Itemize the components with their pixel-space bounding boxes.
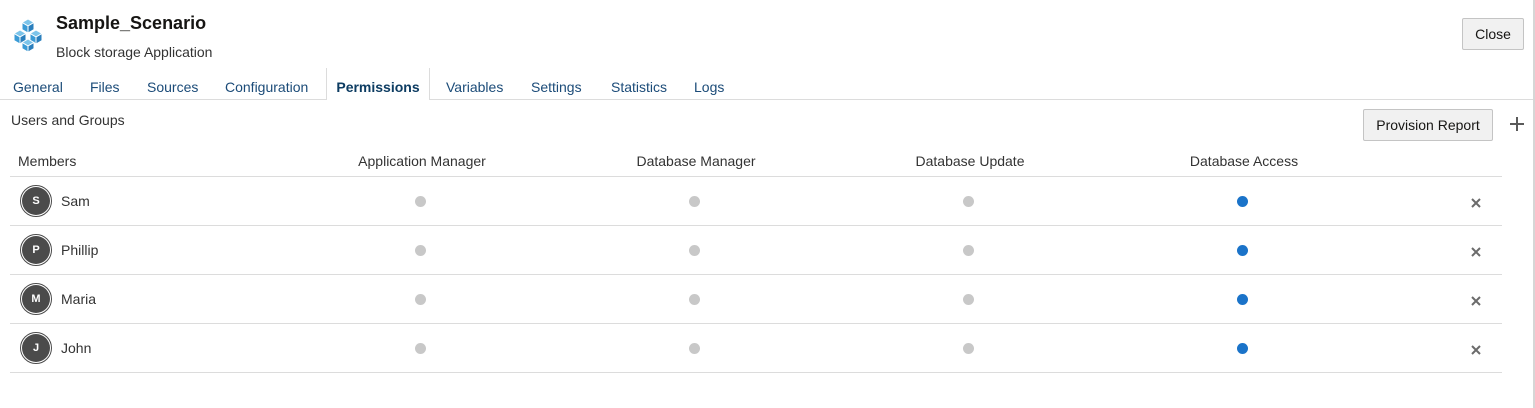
avatar: P <box>20 234 52 266</box>
avatar-initial: M <box>22 285 50 313</box>
tab-logs[interactable]: Logs <box>694 68 724 99</box>
column-header-members: Members <box>18 153 77 169</box>
table-body: S Sam P Phillip M Maria J John <box>10 177 1502 373</box>
database-manager-role-indicator[interactable] <box>688 294 700 305</box>
database-access-role-indicator[interactable] <box>1236 245 1248 256</box>
database-manager-role-indicator[interactable] <box>688 343 700 354</box>
tab-configuration[interactable]: Configuration <box>225 68 308 99</box>
application-manager-role-indicator[interactable] <box>414 343 426 354</box>
application-manager-role-indicator[interactable] <box>414 245 426 256</box>
application-title: Sample_Scenario <box>56 13 207 33</box>
tab-variables[interactable]: Variables <box>446 68 503 99</box>
database-manager-role-indicator[interactable] <box>688 245 700 256</box>
application-manager-role-indicator[interactable] <box>414 196 426 207</box>
application-subtitle: Block storage Application <box>56 44 213 60</box>
application-manager-role-indicator[interactable] <box>414 294 426 305</box>
tab-settings[interactable]: Settings <box>531 68 582 99</box>
member-name: John <box>61 340 92 356</box>
member-name: Sam <box>61 193 90 209</box>
member-name: Phillip <box>61 242 99 258</box>
users-and-groups-label: Users and Groups <box>11 112 125 128</box>
avatar: M <box>20 283 52 315</box>
tab-general[interactable]: General <box>13 68 63 99</box>
table-header: Members Application Manager Database Man… <box>10 146 1502 177</box>
plus-icon[interactable] <box>1509 116 1525 132</box>
tab-sources[interactable]: Sources <box>147 68 198 99</box>
table-row: S Sam <box>10 177 1502 226</box>
database-update-role-indicator[interactable] <box>962 294 974 305</box>
table-row: M Maria <box>10 275 1502 324</box>
tab-permissions[interactable]: Permissions <box>326 68 430 100</box>
remove-member-icon[interactable] <box>1470 196 1482 208</box>
member-name: Maria <box>61 291 97 307</box>
database-manager-role-indicator[interactable] <box>688 196 700 207</box>
remove-member-icon[interactable] <box>1470 343 1482 355</box>
remove-member-icon[interactable] <box>1470 245 1482 257</box>
database-access-role-indicator[interactable] <box>1236 343 1248 354</box>
column-header-database-update: Database Update <box>915 153 1025 169</box>
provision-report-button[interactable]: Provision Report <box>1363 109 1493 141</box>
tab-statistics[interactable]: Statistics <box>611 68 667 99</box>
avatar-initial: P <box>22 236 50 264</box>
close-button[interactable]: Close <box>1462 18 1524 50</box>
avatar: S <box>20 185 52 217</box>
database-access-role-indicator[interactable] <box>1236 294 1248 305</box>
permissions-table: Members Application Manager Database Man… <box>10 146 1502 373</box>
avatar: J <box>20 332 52 364</box>
column-header-database-access: Database Access <box>1189 153 1299 169</box>
tab-files[interactable]: Files <box>90 68 120 99</box>
database-access-role-indicator[interactable] <box>1236 196 1248 207</box>
table-row: J John <box>10 324 1502 373</box>
remove-member-icon[interactable] <box>1470 294 1482 306</box>
database-update-role-indicator[interactable] <box>962 196 974 207</box>
avatar-initial: S <box>22 187 50 215</box>
column-header-database-manager: Database Manager <box>636 153 756 169</box>
cubes-icon <box>10 17 46 53</box>
tab-bar: General Files Sources Configuration Perm… <box>0 68 1533 100</box>
column-header-application-manager: Application Manager <box>358 153 486 169</box>
table-row: P Phillip <box>10 226 1502 275</box>
database-update-role-indicator[interactable] <box>962 245 974 256</box>
database-update-role-indicator[interactable] <box>962 343 974 354</box>
avatar-initial: J <box>22 334 50 362</box>
